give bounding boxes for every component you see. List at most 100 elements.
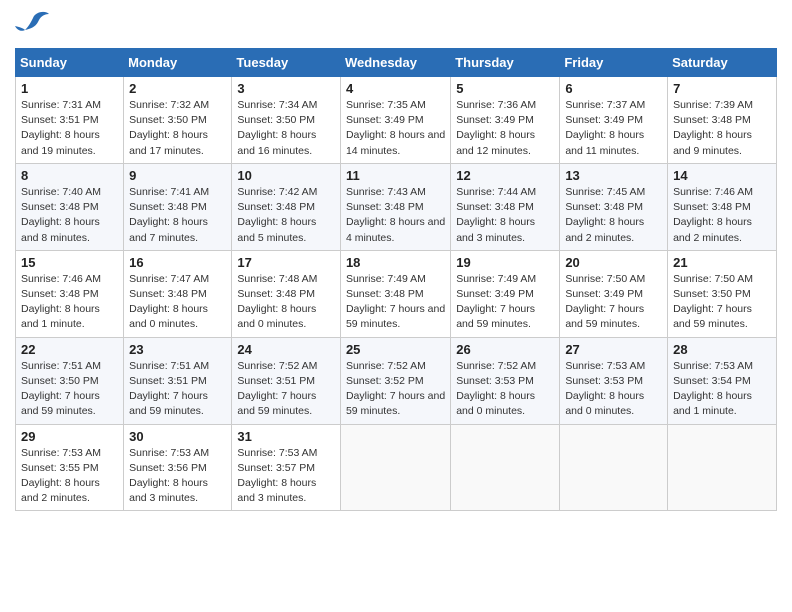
day-number: 1 [21, 81, 118, 96]
day-info: Sunrise: 7:32 AMSunset: 3:50 PMDaylight:… [129, 99, 209, 157]
day-info: Sunrise: 7:43 AMSunset: 3:48 PMDaylight:… [346, 186, 445, 244]
logo [15, 10, 55, 40]
day-info: Sunrise: 7:50 AMSunset: 3:49 PMDaylight:… [565, 273, 645, 331]
day-info: Sunrise: 7:49 AMSunset: 3:49 PMDaylight:… [456, 273, 536, 331]
calendar-cell: 17 Sunrise: 7:48 AMSunset: 3:48 PMDaylig… [232, 250, 341, 337]
header [15, 10, 777, 40]
day-number: 19 [456, 255, 554, 270]
day-info: Sunrise: 7:42 AMSunset: 3:48 PMDaylight:… [237, 186, 317, 244]
calendar-cell [340, 424, 450, 511]
day-number: 11 [346, 168, 445, 183]
day-info: Sunrise: 7:53 AMSunset: 3:56 PMDaylight:… [129, 447, 209, 505]
calendar-week-row: 15 Sunrise: 7:46 AMSunset: 3:48 PMDaylig… [16, 250, 777, 337]
logo-bird-icon [15, 10, 51, 40]
calendar-cell: 28 Sunrise: 7:53 AMSunset: 3:54 PMDaylig… [668, 337, 777, 424]
day-info: Sunrise: 7:44 AMSunset: 3:48 PMDaylight:… [456, 186, 536, 244]
calendar-cell: 14 Sunrise: 7:46 AMSunset: 3:48 PMDaylig… [668, 163, 777, 250]
calendar-week-row: 29 Sunrise: 7:53 AMSunset: 3:55 PMDaylig… [16, 424, 777, 511]
day-info: Sunrise: 7:45 AMSunset: 3:48 PMDaylight:… [565, 186, 645, 244]
calendar-cell: 9 Sunrise: 7:41 AMSunset: 3:48 PMDayligh… [124, 163, 232, 250]
day-info: Sunrise: 7:40 AMSunset: 3:48 PMDaylight:… [21, 186, 101, 244]
calendar-cell: 5 Sunrise: 7:36 AMSunset: 3:49 PMDayligh… [451, 77, 560, 164]
calendar-cell [451, 424, 560, 511]
calendar-cell: 2 Sunrise: 7:32 AMSunset: 3:50 PMDayligh… [124, 77, 232, 164]
day-number: 21 [673, 255, 771, 270]
day-number: 30 [129, 429, 226, 444]
day-number: 17 [237, 255, 335, 270]
day-info: Sunrise: 7:47 AMSunset: 3:48 PMDaylight:… [129, 273, 209, 331]
day-number: 15 [21, 255, 118, 270]
day-number: 28 [673, 342, 771, 357]
day-info: Sunrise: 7:51 AMSunset: 3:51 PMDaylight:… [129, 360, 209, 418]
day-number: 31 [237, 429, 335, 444]
calendar-cell: 21 Sunrise: 7:50 AMSunset: 3:50 PMDaylig… [668, 250, 777, 337]
calendar-cell: 3 Sunrise: 7:34 AMSunset: 3:50 PMDayligh… [232, 77, 341, 164]
calendar-week-row: 8 Sunrise: 7:40 AMSunset: 3:48 PMDayligh… [16, 163, 777, 250]
calendar-cell: 11 Sunrise: 7:43 AMSunset: 3:48 PMDaylig… [340, 163, 450, 250]
weekday-header: Sunday [16, 49, 124, 77]
day-number: 10 [237, 168, 335, 183]
weekday-header: Tuesday [232, 49, 341, 77]
day-info: Sunrise: 7:52 AMSunset: 3:53 PMDaylight:… [456, 360, 536, 418]
day-info: Sunrise: 7:35 AMSunset: 3:49 PMDaylight:… [346, 99, 445, 157]
calendar-cell: 29 Sunrise: 7:53 AMSunset: 3:55 PMDaylig… [16, 424, 124, 511]
calendar-cell: 7 Sunrise: 7:39 AMSunset: 3:48 PMDayligh… [668, 77, 777, 164]
calendar-cell: 26 Sunrise: 7:52 AMSunset: 3:53 PMDaylig… [451, 337, 560, 424]
day-info: Sunrise: 7:31 AMSunset: 3:51 PMDaylight:… [21, 99, 101, 157]
day-info: Sunrise: 7:34 AMSunset: 3:50 PMDaylight:… [237, 99, 317, 157]
day-number: 20 [565, 255, 662, 270]
calendar-header-row: SundayMondayTuesdayWednesdayThursdayFrid… [16, 49, 777, 77]
day-number: 3 [237, 81, 335, 96]
calendar-cell: 15 Sunrise: 7:46 AMSunset: 3:48 PMDaylig… [16, 250, 124, 337]
day-number: 14 [673, 168, 771, 183]
day-number: 23 [129, 342, 226, 357]
day-number: 29 [21, 429, 118, 444]
day-number: 26 [456, 342, 554, 357]
calendar-cell: 10 Sunrise: 7:42 AMSunset: 3:48 PMDaylig… [232, 163, 341, 250]
calendar-cell: 18 Sunrise: 7:49 AMSunset: 3:48 PMDaylig… [340, 250, 450, 337]
calendar-cell: 22 Sunrise: 7:51 AMSunset: 3:50 PMDaylig… [16, 337, 124, 424]
day-number: 8 [21, 168, 118, 183]
day-number: 22 [21, 342, 118, 357]
calendar-cell [668, 424, 777, 511]
day-info: Sunrise: 7:36 AMSunset: 3:49 PMDaylight:… [456, 99, 536, 157]
day-number: 5 [456, 81, 554, 96]
day-info: Sunrise: 7:49 AMSunset: 3:48 PMDaylight:… [346, 273, 445, 331]
day-info: Sunrise: 7:50 AMSunset: 3:50 PMDaylight:… [673, 273, 753, 331]
day-info: Sunrise: 7:53 AMSunset: 3:57 PMDaylight:… [237, 447, 317, 505]
calendar-cell: 23 Sunrise: 7:51 AMSunset: 3:51 PMDaylig… [124, 337, 232, 424]
calendar-cell: 12 Sunrise: 7:44 AMSunset: 3:48 PMDaylig… [451, 163, 560, 250]
day-info: Sunrise: 7:46 AMSunset: 3:48 PMDaylight:… [21, 273, 101, 331]
day-info: Sunrise: 7:37 AMSunset: 3:49 PMDaylight:… [565, 99, 645, 157]
day-number: 25 [346, 342, 445, 357]
calendar-cell: 1 Sunrise: 7:31 AMSunset: 3:51 PMDayligh… [16, 77, 124, 164]
calendar-week-row: 22 Sunrise: 7:51 AMSunset: 3:50 PMDaylig… [16, 337, 777, 424]
day-number: 13 [565, 168, 662, 183]
calendar-cell: 6 Sunrise: 7:37 AMSunset: 3:49 PMDayligh… [560, 77, 668, 164]
calendar-cell: 30 Sunrise: 7:53 AMSunset: 3:56 PMDaylig… [124, 424, 232, 511]
weekday-header: Saturday [668, 49, 777, 77]
day-number: 6 [565, 81, 662, 96]
day-number: 2 [129, 81, 226, 96]
weekday-header: Wednesday [340, 49, 450, 77]
day-info: Sunrise: 7:39 AMSunset: 3:48 PMDaylight:… [673, 99, 753, 157]
calendar-cell: 27 Sunrise: 7:53 AMSunset: 3:53 PMDaylig… [560, 337, 668, 424]
calendar-table: SundayMondayTuesdayWednesdayThursdayFrid… [15, 48, 777, 511]
day-info: Sunrise: 7:52 AMSunset: 3:52 PMDaylight:… [346, 360, 445, 418]
day-info: Sunrise: 7:53 AMSunset: 3:53 PMDaylight:… [565, 360, 645, 418]
calendar-cell [560, 424, 668, 511]
day-info: Sunrise: 7:41 AMSunset: 3:48 PMDaylight:… [129, 186, 209, 244]
day-info: Sunrise: 7:53 AMSunset: 3:54 PMDaylight:… [673, 360, 753, 418]
day-number: 16 [129, 255, 226, 270]
day-info: Sunrise: 7:51 AMSunset: 3:50 PMDaylight:… [21, 360, 101, 418]
day-number: 27 [565, 342, 662, 357]
day-info: Sunrise: 7:46 AMSunset: 3:48 PMDaylight:… [673, 186, 753, 244]
calendar-cell: 25 Sunrise: 7:52 AMSunset: 3:52 PMDaylig… [340, 337, 450, 424]
day-number: 9 [129, 168, 226, 183]
weekday-header: Monday [124, 49, 232, 77]
day-number: 18 [346, 255, 445, 270]
day-number: 7 [673, 81, 771, 96]
weekday-header: Thursday [451, 49, 560, 77]
calendar-cell: 8 Sunrise: 7:40 AMSunset: 3:48 PMDayligh… [16, 163, 124, 250]
calendar-cell: 20 Sunrise: 7:50 AMSunset: 3:49 PMDaylig… [560, 250, 668, 337]
